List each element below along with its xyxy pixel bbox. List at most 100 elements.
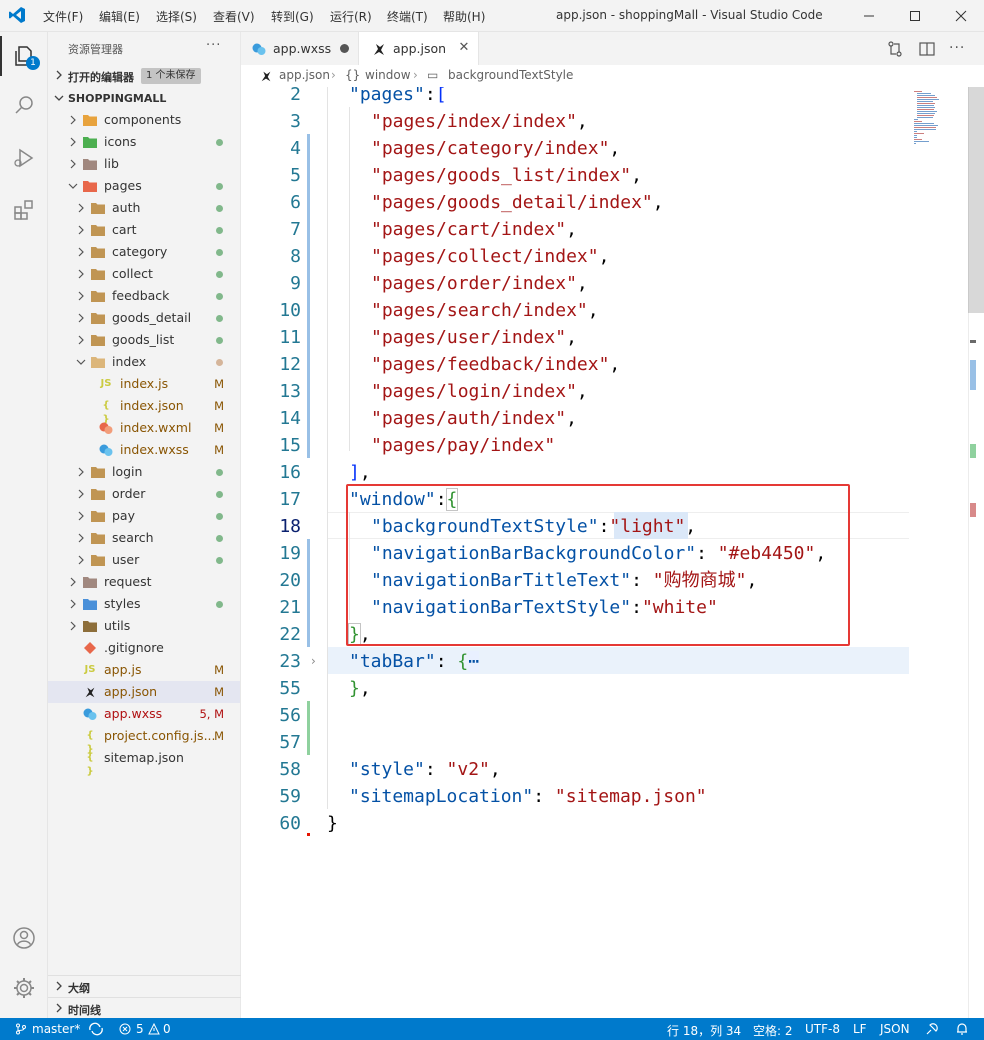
folder-icon xyxy=(82,179,98,193)
tree-item-app-wxss[interactable]: app.wxss 5, M xyxy=(48,703,240,725)
tree-item-lib[interactable]: lib xyxy=(48,153,240,175)
compare-changes-icon[interactable] xyxy=(886,40,904,58)
menu-run[interactable]: 运行(R) xyxy=(330,8,372,25)
minimap-line xyxy=(917,115,934,116)
code-line: "pages/category/index", xyxy=(371,138,621,159)
run-debug-activity-button[interactable] xyxy=(8,142,40,174)
chevron-right-icon xyxy=(56,70,62,80)
minimap-line xyxy=(917,95,935,96)
tree-item-label: lib xyxy=(104,156,119,171)
git-branch-status[interactable]: master* xyxy=(32,1022,80,1036)
sync-icon[interactable] xyxy=(88,1022,104,1036)
outline-section[interactable]: 大纲 xyxy=(48,975,241,997)
warning-count[interactable]: 0 xyxy=(163,1022,171,1036)
tree-item-user[interactable]: user xyxy=(48,549,240,571)
tree-item-auth[interactable]: auth xyxy=(48,197,240,219)
tree-item-label: feedback xyxy=(112,288,170,303)
tree-item-login[interactable]: login xyxy=(48,461,240,483)
chevron-right-icon[interactable]: › xyxy=(311,654,316,668)
tree-item-components[interactable]: components xyxy=(48,109,240,131)
menu-edit[interactable]: 编辑(E) xyxy=(99,8,140,25)
folded-region-indicator[interactable]: ⋯ xyxy=(468,651,480,672)
chevron-down-icon xyxy=(54,95,64,101)
accounts-activity-button[interactable] xyxy=(8,922,40,954)
git-status-dot xyxy=(216,491,223,498)
minimap[interactable] xyxy=(911,87,971,157)
json-file-icon: { } xyxy=(86,752,94,777)
notifications-bell-icon[interactable] xyxy=(955,1022,969,1036)
more-actions-icon[interactable]: ··· xyxy=(206,38,221,53)
tree-item-index-json[interactable]: { } index.json M xyxy=(48,395,240,425)
tab-app-wxss[interactable]: app.wxss xyxy=(241,32,359,65)
code-editor[interactable]: › 2 3 4 5 6 7 8 9 10 11 12 13 14 15 16 1… xyxy=(241,87,984,1018)
gear-icon xyxy=(14,978,34,998)
menu-go[interactable]: 转到(G) xyxy=(271,8,314,25)
project-section[interactable]: SHOPPINGMALL xyxy=(48,88,241,110)
close-tab-icon[interactable]: ✕ xyxy=(457,41,471,55)
minimap-line xyxy=(914,129,936,130)
split-editor-icon[interactable] xyxy=(918,40,936,58)
tree-item-order[interactable]: order xyxy=(48,483,240,505)
search-activity-button[interactable] xyxy=(8,89,40,121)
tree-item-search[interactable]: search xyxy=(48,527,240,549)
unsaved-dot-icon[interactable] xyxy=(340,44,349,53)
tree-item-gitignore[interactable]: .gitignore xyxy=(48,637,240,659)
chevron-right-icon xyxy=(70,159,76,169)
git-status-badge: M xyxy=(214,663,224,677)
tree-item-index[interactable]: index xyxy=(48,351,240,373)
tree-item-app-json[interactable]: app.json M xyxy=(48,681,240,703)
tree-item-icons[interactable]: icons xyxy=(48,131,240,153)
indentation-status[interactable]: 空格: 2 xyxy=(753,1022,793,1039)
tree-item-feedback[interactable]: feedback xyxy=(48,285,240,307)
tree-item-pay[interactable]: pay xyxy=(48,505,240,527)
tree-item-sitemap-json[interactable]: { } sitemap.json xyxy=(48,747,240,777)
extensions-activity-button[interactable] xyxy=(8,194,40,226)
close-window-button[interactable] xyxy=(938,0,984,32)
eol-status[interactable]: LF xyxy=(853,1022,867,1036)
menu-selection[interactable]: 选择(S) xyxy=(156,8,197,25)
tree-item-utils[interactable]: utils xyxy=(48,615,240,637)
timeline-section[interactable]: 时间线 xyxy=(48,997,241,1019)
menu-help[interactable]: 帮助(H) xyxy=(443,8,485,25)
line-number: 15 xyxy=(279,435,301,456)
tree-item-index-wxml[interactable]: index.wxml M xyxy=(48,417,240,439)
breadcrumb-file[interactable]: app.json xyxy=(279,68,330,82)
tree-item-styles[interactable]: styles xyxy=(48,593,240,615)
language-mode[interactable]: JSON xyxy=(880,1022,910,1036)
breadcrumb-window[interactable]: window xyxy=(365,68,411,82)
error-icon xyxy=(119,1023,131,1035)
more-actions-icon[interactable]: ··· xyxy=(949,40,967,58)
chevron-right-icon xyxy=(70,577,76,587)
manage-activity-button[interactable] xyxy=(8,972,40,1004)
git-status-badge: M xyxy=(214,377,224,391)
code-line: }, xyxy=(349,678,371,699)
minimize-button[interactable] xyxy=(846,0,892,32)
json-string: "pages/login/index" xyxy=(371,381,577,402)
tree-item-app-js[interactable]: JS app.js M xyxy=(48,659,240,681)
tree-item-pages[interactable]: pages xyxy=(48,175,240,197)
json-string: "pages/search/index" xyxy=(371,300,588,321)
tree-item-request[interactable]: request xyxy=(48,571,240,593)
tree-item-label: pay xyxy=(112,508,135,523)
menu-view[interactable]: 查看(V) xyxy=(213,8,255,25)
tree-item-index-js[interactable]: JS index.js M xyxy=(48,373,240,395)
tree-item-cart[interactable]: cart xyxy=(48,219,240,241)
menu-file[interactable]: 文件(F) xyxy=(43,8,83,25)
tree-item-goods-detail[interactable]: goods_detail xyxy=(48,307,240,329)
error-count[interactable]: 5 xyxy=(136,1022,144,1036)
tree-item-goods-list[interactable]: goods_list xyxy=(48,329,240,351)
menu-terminal[interactable]: 终端(T) xyxy=(387,8,428,25)
encoding-status[interactable]: UTF-8 xyxy=(805,1022,840,1036)
maximize-button[interactable] xyxy=(892,0,938,32)
breadcrumb-field[interactable]: backgroundTextStyle xyxy=(448,68,573,82)
scrollbar-thumb[interactable] xyxy=(968,87,984,313)
feedback-icon[interactable] xyxy=(925,1022,939,1036)
tab-app-json[interactable]: app.json ✕ xyxy=(359,32,479,65)
tree-item-project-config-js[interactable]: { } project.config.js... M xyxy=(48,725,240,755)
line-number: 17 xyxy=(279,489,301,510)
open-editors-section[interactable]: 打开的编辑器 1 个未保存 xyxy=(48,65,241,87)
tree-item-collect[interactable]: collect xyxy=(48,263,240,285)
tree-item-category[interactable]: category xyxy=(48,241,240,263)
cursor-position[interactable]: 行 18，列 34 xyxy=(667,1022,741,1039)
tree-item-index-wxss[interactable]: index.wxss M xyxy=(48,439,240,461)
